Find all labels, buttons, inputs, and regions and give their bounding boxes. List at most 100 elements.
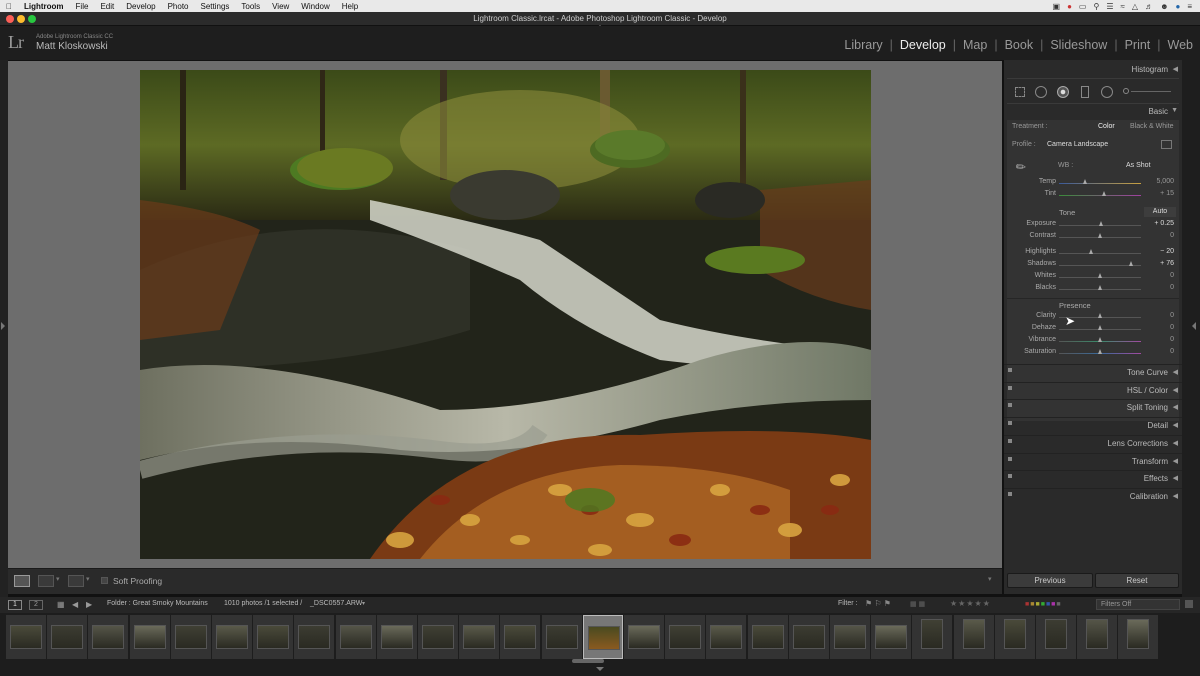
filmstrip-cell[interactable] <box>500 615 541 659</box>
slider-knob[interactable] <box>1099 221 1104 226</box>
filmstrip-thumbnail[interactable] <box>422 625 454 649</box>
slider-value[interactable]: 0 <box>1170 272 1174 279</box>
filmstrip-cell[interactable] <box>541 615 582 659</box>
filmstrip-cell[interactable] <box>253 615 294 659</box>
filmstrip-cell[interactable] <box>871 615 912 659</box>
menu-edit[interactable]: Edit <box>100 2 114 11</box>
section-transform[interactable]: Transform ◀ <box>1004 452 1182 467</box>
slider-knob[interactable] <box>1097 233 1102 238</box>
filmstrip-thumbnail[interactable] <box>174 625 207 649</box>
filmstrip-cell[interactable] <box>170 615 211 659</box>
collapse-triangle-icon[interactable]: ◀ <box>1173 403 1178 411</box>
treatment-color-option[interactable]: Color <box>1098 123 1115 130</box>
toolbar-menu-icon[interactable]: ▾ <box>988 575 992 583</box>
slider-vibrance[interactable]: Vibrance 0 <box>1004 336 1182 347</box>
section-hsl-color[interactable]: HSL / Color ◀ <box>1004 381 1182 396</box>
section-switch-icon[interactable] <box>1008 474 1012 479</box>
slider-knob[interactable] <box>1101 191 1106 196</box>
slider-knob[interactable] <box>1097 337 1102 342</box>
slider-value[interactable]: 0 <box>1170 232 1174 239</box>
slider-tint[interactable]: Tint + 15 <box>1004 190 1182 201</box>
airplay-icon[interactable]: △ <box>1132 2 1138 11</box>
back-arrow-icon[interactable]: ◀ <box>72 600 78 609</box>
filter-preset-dropdown[interactable]: Filters Off <box>1096 599 1180 610</box>
right-panel-toggle-icon[interactable] <box>1192 322 1196 330</box>
slider-knob[interactable] <box>1089 249 1094 254</box>
slider-saturation[interactable]: Saturation 0 <box>1004 348 1182 359</box>
filmstrip-thumbnail[interactable] <box>545 625 578 649</box>
before-after-icon[interactable] <box>38 575 54 587</box>
slider-value[interactable]: 0 <box>1170 312 1174 319</box>
filmstrip-cell[interactable] <box>1036 615 1076 659</box>
filmstrip-thumbnail[interactable] <box>875 625 908 649</box>
menu-icon[interactable]: ≡ <box>1187 2 1192 11</box>
slider-knob[interactable] <box>1097 313 1102 318</box>
menu-lightroom[interactable]: Lightroom <box>24 2 64 11</box>
slider-shadows[interactable]: Shadows + 76 <box>1004 260 1182 271</box>
section-switch-icon[interactable] <box>1008 385 1012 390</box>
module-develop[interactable]: Develop <box>893 38 953 52</box>
filmstrip-cell[interactable] <box>294 615 335 659</box>
filmstrip-thumbnail[interactable] <box>51 625 84 649</box>
module-print[interactable]: Print <box>1118 38 1158 52</box>
section-switch-icon[interactable] <box>1008 438 1012 443</box>
section-switch-icon[interactable] <box>1008 491 1012 496</box>
filmstrip-cell[interactable] <box>953 615 994 659</box>
slider-value[interactable]: 5,000 <box>1156 178 1174 185</box>
filter-lock-icon[interactable] <box>1185 600 1193 608</box>
collapse-triangle-icon[interactable]: ◀ <box>1173 368 1178 376</box>
radial-filter-icon[interactable] <box>1101 86 1113 98</box>
module-map[interactable]: Map <box>956 38 994 52</box>
filmstrip-thumbnail[interactable] <box>10 625 42 649</box>
auto-tone-button[interactable]: Auto <box>1144 207 1176 217</box>
menu-window[interactable]: Window <box>301 2 329 11</box>
filmstrip-thumbnail[interactable] <box>962 619 985 649</box>
filmstrip-cell[interactable] <box>830 615 870 659</box>
filmstrip-thumbnail[interactable] <box>587 626 620 650</box>
menu-file[interactable]: File <box>76 2 89 11</box>
slider-highlights[interactable]: Highlights − 20 <box>1004 248 1182 259</box>
filmstrip-cell[interactable] <box>6 615 46 659</box>
profile-browser-icon[interactable] <box>1161 140 1172 149</box>
slider-blacks[interactable]: Blacks 0 <box>1004 284 1182 295</box>
spotlight-icon[interactable]: ● <box>1175 2 1180 11</box>
slider-contrast[interactable]: Contrast 0 <box>1004 232 1182 243</box>
menu-photo[interactable]: Photo <box>168 2 189 11</box>
volume-icon[interactable]: ♬ <box>1145 2 1153 11</box>
basic-section-header[interactable]: Basic ▼ <box>1004 104 1182 118</box>
filmstrip-thumbnail[interactable] <box>1003 619 1026 649</box>
slider-dehaze[interactable]: Dehaze 0 <box>1004 324 1182 335</box>
filmstrip-thumbnail[interactable] <box>1127 619 1150 649</box>
filmstrip-cell[interactable] <box>129 615 170 659</box>
user-icon[interactable]: ☻ <box>1160 2 1168 11</box>
display-icon[interactable]: ▭ <box>1079 2 1087 11</box>
module-web[interactable]: Web <box>1161 38 1200 52</box>
filmstrip-cell[interactable] <box>47 615 88 659</box>
section-switch-icon[interactable] <box>1008 421 1012 426</box>
right-panel-edge[interactable] <box>1182 60 1200 597</box>
graduated-filter-icon[interactable] <box>1081 86 1089 98</box>
slider-value[interactable]: 0 <box>1170 348 1174 355</box>
filmstrip-cell[interactable] <box>459 615 500 659</box>
collapse-triangle-icon[interactable]: ◀ <box>1173 65 1178 73</box>
swap-view-menu-icon[interactable]: ▾ <box>86 575 90 583</box>
filmstrip-thumbnail[interactable] <box>921 619 944 649</box>
filmstrip-thumbnail[interactable] <box>133 625 166 649</box>
filmstrip-thumbnail[interactable] <box>504 625 537 649</box>
menu-help[interactable]: Help <box>342 2 358 11</box>
profile-dropdown[interactable]: Camera Landscape <box>1047 141 1108 148</box>
collapse-triangle-icon[interactable]: ◀ <box>1173 492 1178 500</box>
slider-knob[interactable] <box>1097 285 1102 290</box>
filmstrip-scrollbar[interactable] <box>572 659 604 663</box>
camera-icon[interactable]: ▣ <box>1053 2 1061 11</box>
filmstrip-thumbnail[interactable] <box>1045 619 1067 649</box>
filmstrip-cell[interactable] <box>1077 615 1118 659</box>
grid-view-icon[interactable]: ▦ <box>57 600 65 609</box>
filmstrip-thumbnail[interactable] <box>1086 619 1109 649</box>
filename-label[interactable]: _DSC0557.ARW <box>310 600 362 607</box>
filmstrip-cell[interactable] <box>418 615 458 659</box>
window-2-button[interactable]: 2 <box>29 600 43 610</box>
slider-whites[interactable]: Whites 0 <box>1004 272 1182 283</box>
slider-value[interactable]: 0 <box>1170 284 1174 291</box>
collapse-triangle-icon[interactable]: ◀ <box>1173 386 1178 394</box>
